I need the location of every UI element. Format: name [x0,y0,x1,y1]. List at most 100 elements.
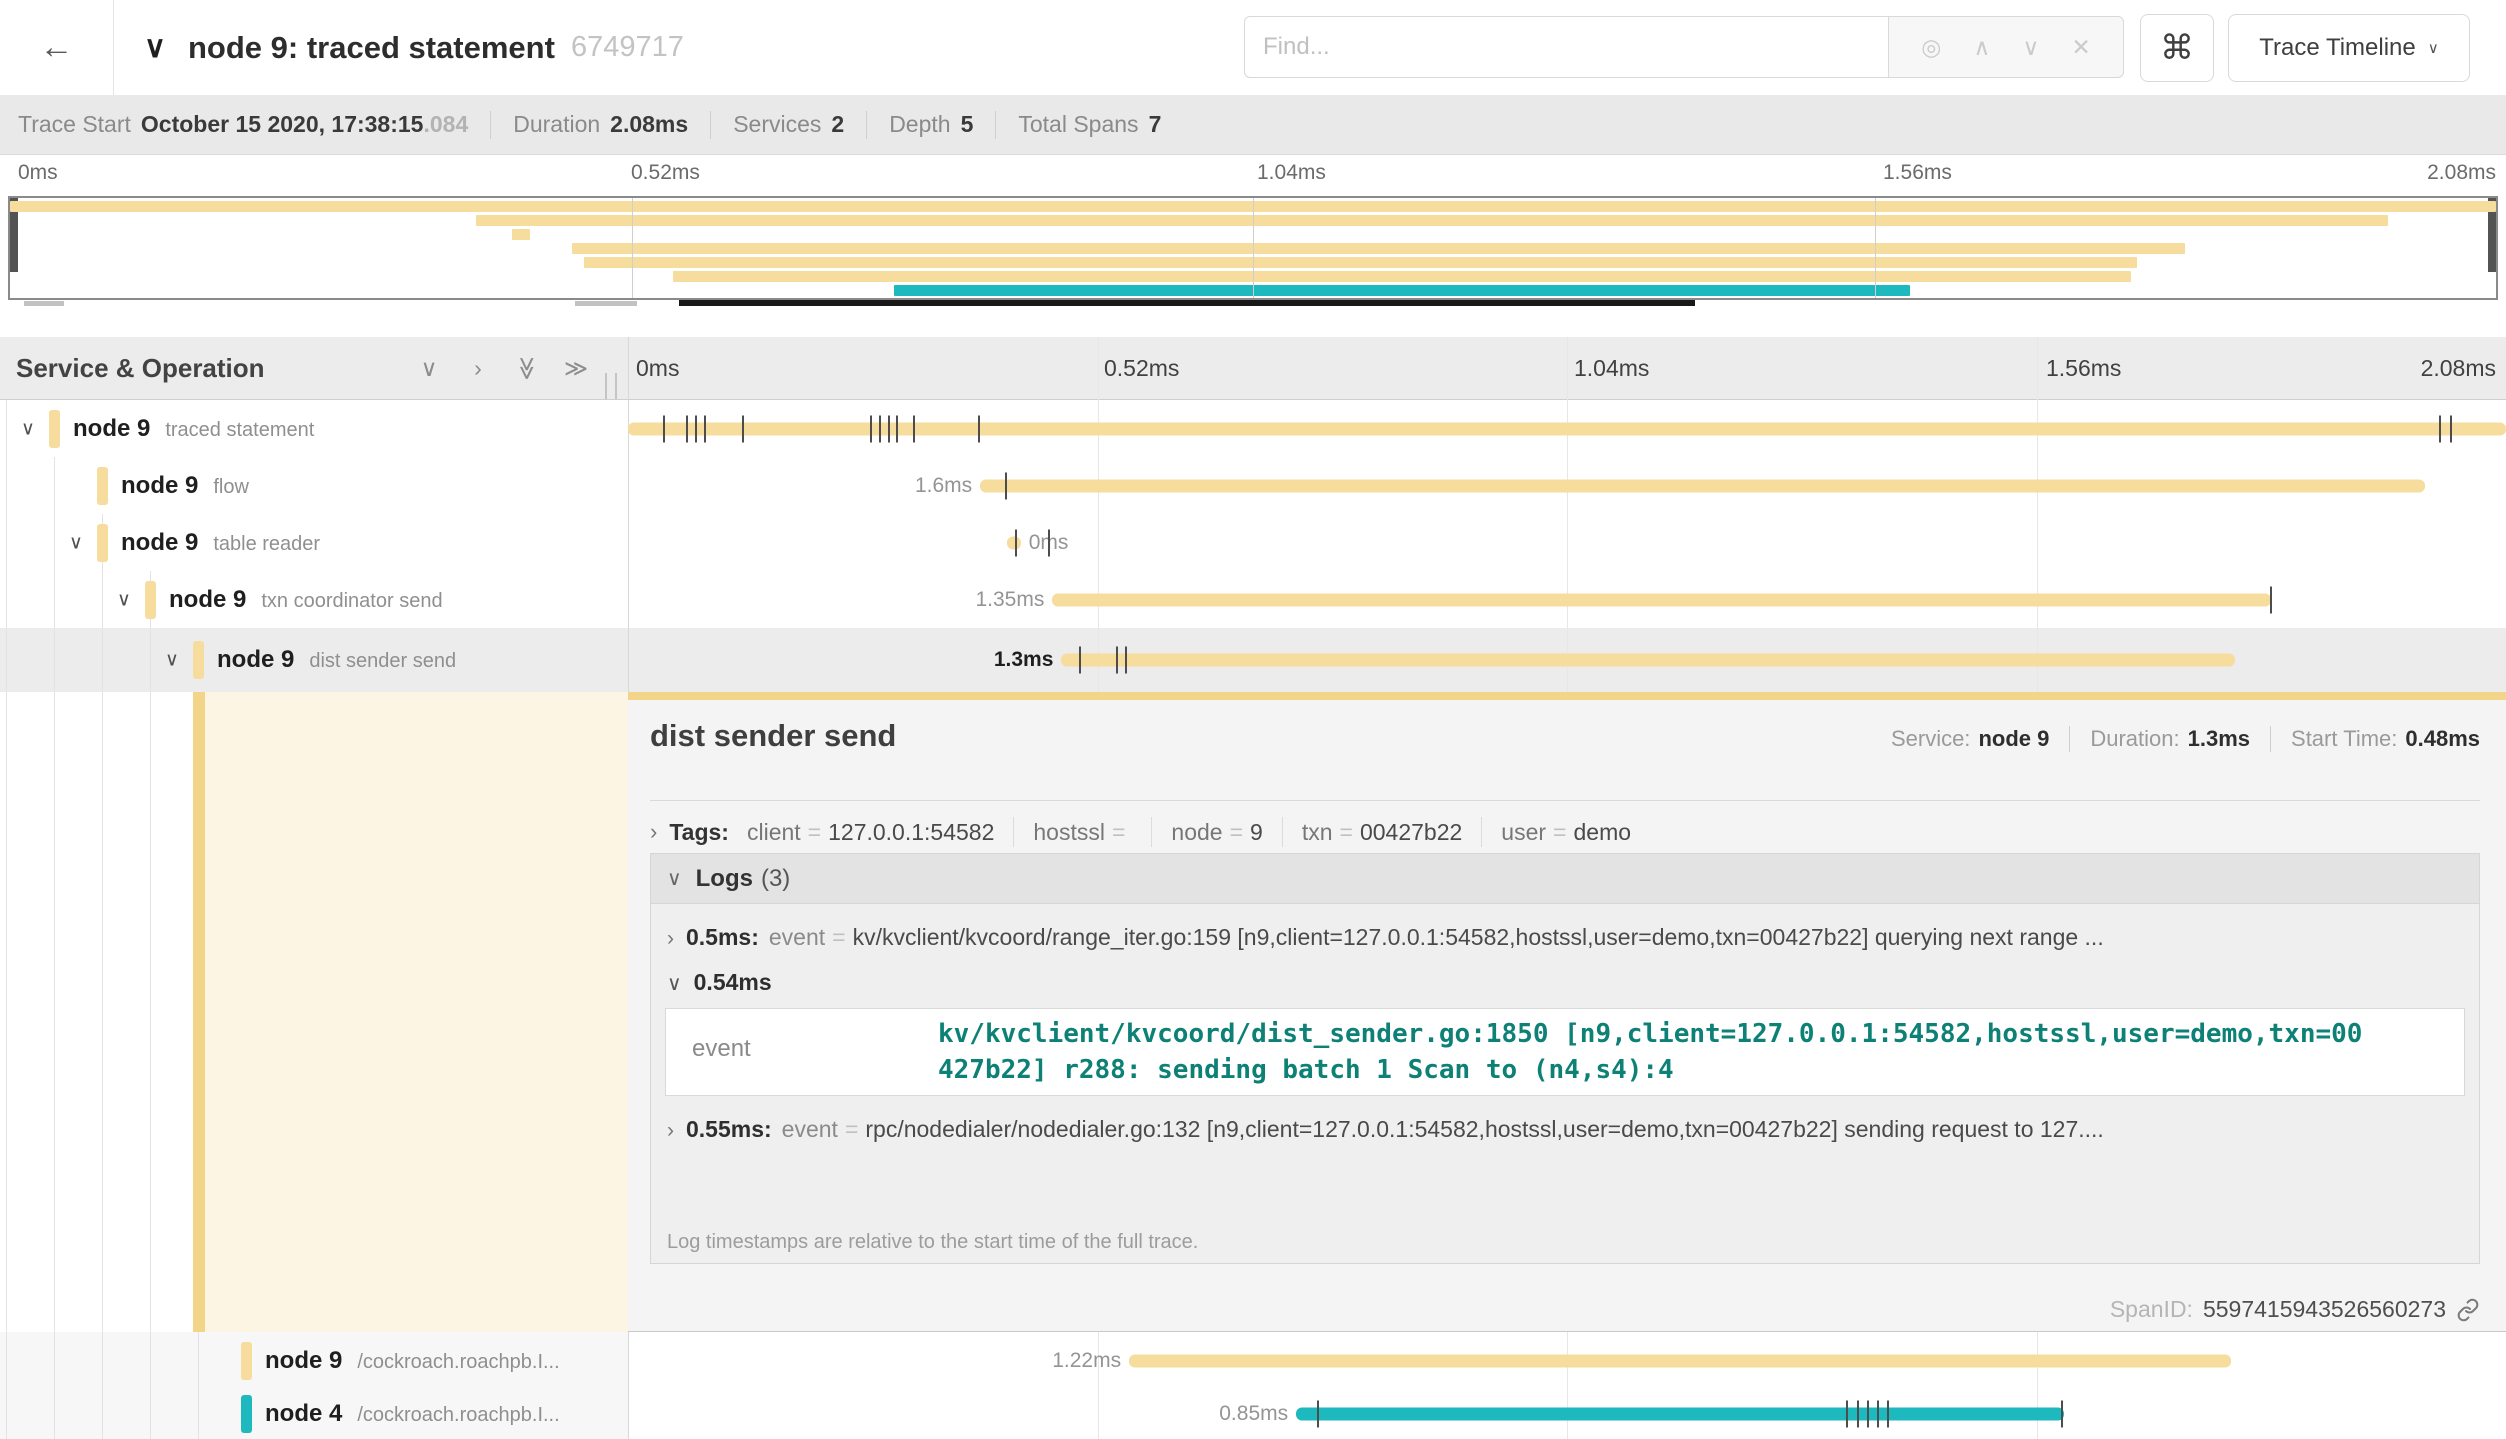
span-log-tick [879,415,881,442]
summary-item-value: 7 [1149,111,1162,138]
locate-icon[interactable]: ◎ [1921,36,1941,59]
span-detail-title: dist sender send [650,718,896,754]
span-log-tick [1846,1401,1848,1428]
span-duration-bar[interactable] [1052,593,2271,606]
chevron-right-icon: › [667,927,674,950]
span-row[interactable]: node 4/cockroach.roachpb.I...0.85ms [0,1389,2506,1439]
view-selector-button[interactable]: Trace Timeline ∨ [2228,14,2470,82]
tag-value: 9 [1250,819,1263,846]
span-row[interactable]: node 9/cockroach.roachpb.I...1.22ms [0,1332,2506,1389]
row-service-color-bar [241,1395,252,1433]
span-row[interactable]: node 9flow1.6ms [0,457,2506,514]
minimap-span-bar [894,285,1910,296]
minimap-gridline [1253,198,1254,298]
row-collapse-icon[interactable]: ∨ [111,588,137,611]
find-input[interactable] [1244,16,1888,78]
tags-items: client=127.0.0.1:54582hostssl=node=9txn=… [747,817,1631,847]
span-detail-accent [628,692,2506,700]
minimap-scrollbar[interactable] [679,300,1695,306]
service-operation-header: Service & Operation [16,337,265,400]
summary-separator [995,111,996,139]
span-log-tick [695,415,697,442]
summary-item: Services2 [733,111,844,138]
log-entry-collapsed[interactable]: ›0.55ms:event=rpc/nodedialer/nodedialer.… [651,1096,2479,1143]
row-names: node 9txn coordinator send [169,586,443,614]
minimap-span-bar [572,243,2186,254]
span-log-tick [1857,1401,1859,1428]
stat-label: Start Time: [2291,726,2397,752]
span-log-tick [2061,1401,2063,1428]
row-collapse-icon[interactable]: ∨ [63,531,89,554]
row-names: node 9traced statement [73,415,314,443]
span-operation-name: table reader [213,533,320,555]
collapse-all-icon[interactable]: ≫ [496,352,559,386]
tag-value: 00427b22 [1360,819,1462,846]
back-button[interactable]: ← [0,0,114,95]
span-operation-name: /cockroach.roachpb.I... [357,1351,559,1373]
expand-one-icon[interactable]: › [461,337,495,400]
span-service-name: node 9 [169,586,246,613]
span-log-tick [1005,472,1007,499]
timeline-column-header: Service & Operation ∨›≫≫ 0ms0.52ms1.04ms… [0,337,2506,400]
minimap-canvas[interactable] [8,196,2498,300]
next-result-icon[interactable]: ∨ [2022,36,2039,59]
tag-key: node [1171,819,1222,846]
span-duration-bar[interactable] [1061,654,2235,667]
span-log-tick [742,415,744,442]
span-duration-bar[interactable] [1296,1408,2063,1421]
logs-title: Logs [696,865,753,893]
span-duration-bar[interactable] [1007,536,1021,549]
minimap-span-bar [584,257,2138,268]
span-operation-name: dist sender send [309,650,456,672]
trace-collapse-toggle[interactable]: ∨ [133,0,177,95]
span-operation-name: /cockroach.roachpb.I... [357,1404,559,1426]
stat-value: 1.3ms [2188,726,2250,752]
expand-all-icon[interactable]: ≫ [559,337,593,400]
span-row[interactable]: ∨node 9table reader0ms [0,514,2506,571]
tag-separator [1013,817,1014,847]
span-log-tick [704,415,706,442]
tag-item: hostssl= [1033,819,1132,846]
tag-key: hostssl [1033,819,1105,846]
log-field-name: event [769,924,825,950]
span-log-tick [1317,1401,1319,1428]
prev-result-icon[interactable]: ∧ [1973,36,1990,59]
clear-search-icon[interactable]: ✕ [2072,36,2091,59]
tag-key: txn [1302,819,1333,846]
logs-section: ∨ Logs (3) ›0.5ms:event=kv/kvclient/kvco… [650,853,2480,1264]
trace-minimap: 0ms0.52ms1.04ms1.56ms2.08ms [0,155,2506,307]
tag-equals: = [1553,819,1566,846]
row-collapse-icon[interactable]: ∨ [159,649,185,672]
logs-header[interactable]: ∨ Logs (3) [651,854,2479,904]
keyboard-shortcuts-button[interactable]: ⌘ [2140,14,2214,82]
log-entry-expanded-header[interactable]: ∨0.54ms [651,951,2479,996]
timeline-tick-label: 1.04ms [1574,337,1649,400]
row-service-color-bar [241,1342,252,1380]
row-service-color-bar [49,410,60,448]
row-collapse-icon[interactable]: ∨ [15,417,41,440]
tags-row[interactable]: › Tags: client=127.0.0.1:54582hostssl=no… [650,810,1631,854]
stat-value: 0.48ms [2405,726,2480,752]
span-row[interactable]: ∨node 9txn coordinator send1.35ms [0,571,2506,628]
link-icon[interactable] [2456,1298,2480,1322]
span-id-label: SpanID: [2110,1296,2193,1323]
span-duration-bar[interactable] [628,422,2506,435]
tag-equals: = [1230,819,1243,846]
summary-item: Trace StartOctober 15 2020, 17:38:15.084 [18,111,468,138]
chevron-down-icon: ∨ [144,30,166,65]
tag-separator [1481,817,1482,847]
log-field-name: event [692,1035,751,1063]
span-log-tick [686,415,688,442]
chevron-right-icon: › [650,819,657,845]
command-icon: ⌘ [2160,28,2194,68]
summary-separator [866,111,867,139]
span-duration-bar[interactable] [980,479,2425,492]
collapse-one-icon[interactable]: ∨ [412,337,446,400]
log-entry-collapsed[interactable]: ›0.5ms:event=kv/kvclient/kvcoord/range_i… [651,904,2479,951]
span-row[interactable]: ∨node 9dist sender send1.3ms [0,628,2506,692]
tag-equals: = [1340,819,1353,846]
span-row[interactable]: ∨ node 9traced statement [0,400,2506,457]
row-names: node 9dist sender send [217,646,456,674]
column-resize-handle[interactable] [605,373,617,399]
span-duration-bar[interactable] [1129,1354,2231,1367]
